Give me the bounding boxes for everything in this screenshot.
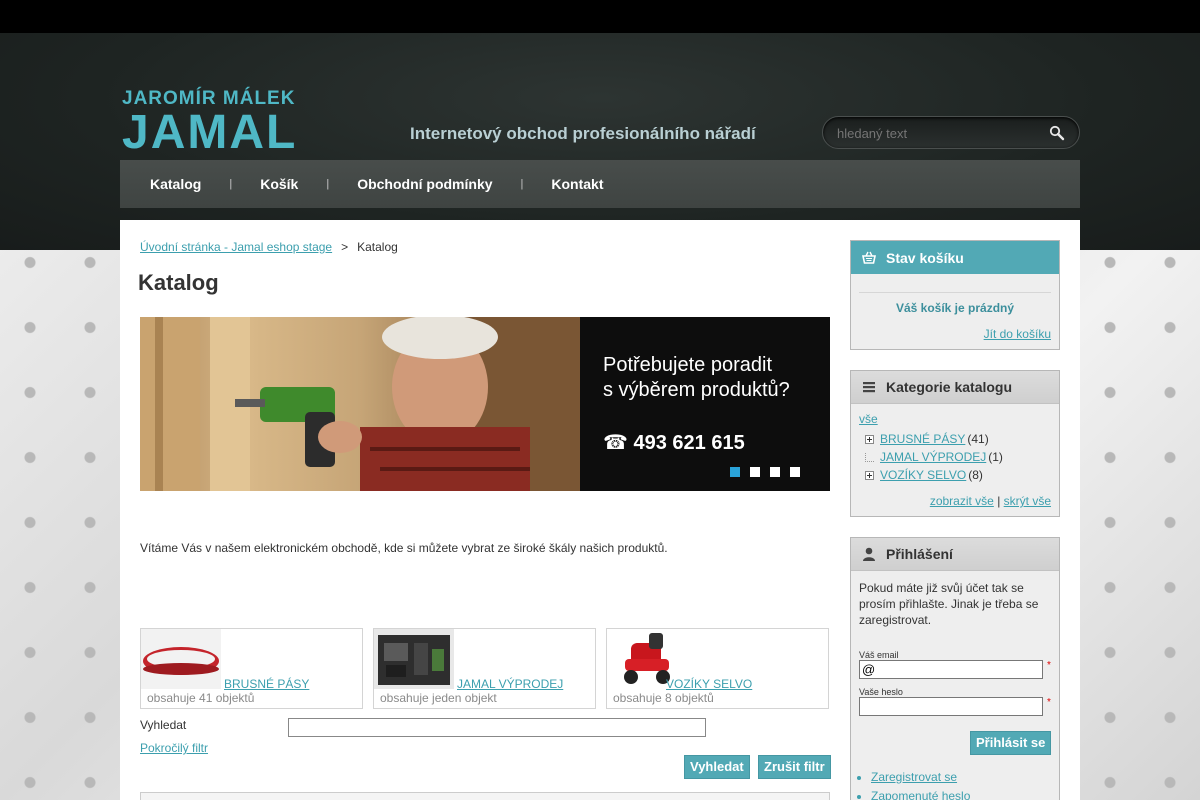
page-title: Katalog (138, 270, 219, 295)
header: JAROMÍR MÁLEK JAMAL Internetový obchod p… (0, 33, 1200, 250)
banner-dot-1[interactable] (730, 467, 740, 477)
expand-icon[interactable] (865, 470, 874, 480)
catalog-categories-box: Kategorie katalogu vše BRUSNÉ PÁSY (41) … (850, 370, 1060, 517)
basket-icon (862, 251, 876, 264)
tool-case-image (374, 629, 454, 689)
category-tree-link[interactable]: JAMAL VÝPRODEJ (880, 450, 986, 464)
go-to-cart-link[interactable]: Jít do košíku (984, 327, 1051, 341)
banner-phone: ☎ 493 621 615 (603, 432, 745, 454)
show-all-link[interactable]: zobrazit vše (930, 494, 994, 508)
email-field[interactable] (859, 660, 1043, 679)
breadcrumb-separator: > (341, 240, 349, 254)
category-count: obsahuje 41 objektů (147, 691, 255, 705)
cart-box: Stav košíku Váš košík je prázdný Jít do … (850, 240, 1060, 350)
login-box: Přihlášení Pokud máte již svůj účet tak … (850, 537, 1060, 800)
top-bar (0, 0, 1200, 33)
cart-divider (859, 292, 1051, 293)
category-tree-item: BRUSNÉ PÁSY (41) (865, 432, 989, 446)
list-icon (863, 382, 875, 393)
category-tree-link[interactable]: VOZÍKY SELVO (880, 468, 966, 482)
nav-item-katalog[interactable]: Katalog (150, 176, 201, 192)
login-button[interactable]: Přihlásit se (970, 731, 1052, 755)
category-tree-item: JAMAL VÝPRODEJ (1) (865, 450, 1003, 464)
banner-photo (140, 317, 580, 491)
category-tile[interactable]: BRUSNÉ PÁSY obsahuje 41 objektů (140, 628, 363, 709)
breadcrumb-current: Katalog (357, 240, 398, 254)
promo-banner[interactable]: Potřebujete poradit s výběrem produktů? … (140, 317, 830, 491)
login-links: Zaregistrovat se Zapomenuté heslo (871, 768, 970, 800)
expand-collapse-controls: zobrazit vše | skrýt vše (930, 494, 1051, 508)
search-icon[interactable] (1049, 125, 1065, 141)
main-content: Úvodní stránka - Jamal eshop stage > Katal… (120, 220, 1080, 800)
main-nav: Katalog | Košík | Obchodní podmínky | Ko… (120, 160, 1080, 208)
cart-empty-text: Váš košík je prázdný (895, 301, 1015, 315)
banner-dot-2[interactable] (750, 467, 760, 477)
results-header (140, 792, 830, 800)
category-name[interactable]: VOZÍKY SELVO (666, 677, 752, 691)
tree-line (865, 452, 874, 462)
password-label: Vaše heslo (859, 687, 903, 697)
sanding-belt-image (141, 629, 221, 689)
password-field[interactable] (859, 697, 1043, 716)
cart-header: Stav košíku (851, 241, 1059, 274)
category-tree-link[interactable]: BRUSNÉ PÁSY (880, 432, 965, 446)
breadcrumb-home-link[interactable]: Úvodní stránka - Jamal eshop stage (140, 240, 332, 254)
catalog-categories-title: Kategorie katalogu (886, 379, 1013, 395)
category-tile[interactable]: VOZÍKY SELVO obsahuje 8 objektů (606, 628, 829, 709)
advanced-filter-link[interactable]: Pokročilý filtr (140, 741, 208, 755)
category-name[interactable]: BRUSNÉ PÁSY (224, 677, 309, 691)
banner-headline: Potřebujete poradit s výběrem produktů? (603, 354, 790, 401)
catalog-categories-header: Kategorie katalogu (851, 371, 1059, 404)
register-link[interactable]: Zaregistrovat se (871, 768, 970, 787)
category-tile[interactable]: JAMAL VÝPRODEJ obsahuje jeden objekt (373, 628, 596, 709)
category-name[interactable]: JAMAL VÝPRODEJ (457, 677, 563, 691)
banner-pager (730, 467, 800, 477)
search-box (822, 116, 1080, 149)
email-label: Váš email (859, 650, 899, 660)
nav-item-kosik[interactable]: Košík (260, 176, 298, 192)
banner-text-panel (580, 317, 830, 491)
cart-title: Stav košíku (886, 249, 964, 266)
banner-dot-4[interactable] (790, 467, 800, 477)
required-mark: * (1047, 660, 1051, 671)
expand-collapse-divider: | (997, 494, 1001, 508)
required-mark: * (1047, 697, 1051, 708)
category-count: obsahuje 8 objektů (613, 691, 714, 705)
breadcrumb: Úvodní stránka - Jamal eshop stage > Katal… (140, 240, 398, 254)
craftsman-drill-image (140, 317, 580, 491)
banner-dot-3[interactable] (770, 467, 780, 477)
expand-icon[interactable] (865, 434, 874, 444)
filter-label: Vyhledat (140, 718, 187, 732)
hide-all-link[interactable]: skrýt vše (1004, 494, 1051, 508)
search-button[interactable]: Vyhledat (684, 755, 750, 779)
logo-main-text: JAMAL (122, 106, 297, 150)
filter-input[interactable] (288, 718, 706, 737)
jamal-logo[interactable]: JAROMÍR MÁLEK JAMAL (122, 86, 302, 150)
welcome-text: Vítáme Vás v našem elektronickém obchodě… (140, 541, 668, 555)
login-title: Přihlášení (886, 546, 953, 562)
category-count: obsahuje jeden objekt (380, 691, 497, 705)
nav-item-obchodni-podminky[interactable]: Obchodní podmínky (357, 176, 492, 192)
tagline: Internetový obchod profesionálního nářad… (410, 124, 756, 143)
category-tree-count: (41) (967, 432, 989, 446)
nav-item-kontakt[interactable]: Kontakt (551, 176, 603, 192)
category-tree-item: VOZÍKY SELVO (8) (865, 468, 983, 482)
category-tree-count: (1) (988, 450, 1003, 464)
category-tiles: BRUSNÉ PÁSY obsahuje 41 objektů JAMAL VÝ… (140, 628, 829, 709)
category-tree-count: (8) (968, 468, 983, 482)
search-input[interactable] (837, 124, 1037, 142)
category-all-link[interactable]: vše (859, 412, 878, 426)
user-icon (863, 547, 875, 561)
login-intro: Pokud máte již svůj účet tak se prosím p… (859, 581, 1039, 627)
reset-filter-button[interactable]: Zrušit filtr (758, 755, 831, 779)
nav-separator: | (229, 178, 233, 190)
login-header: Přihlášení (851, 538, 1059, 571)
nav-separator: | (326, 178, 330, 190)
forgot-password-link[interactable]: Zapomenuté heslo (871, 787, 970, 800)
nav-separator: | (520, 178, 524, 190)
